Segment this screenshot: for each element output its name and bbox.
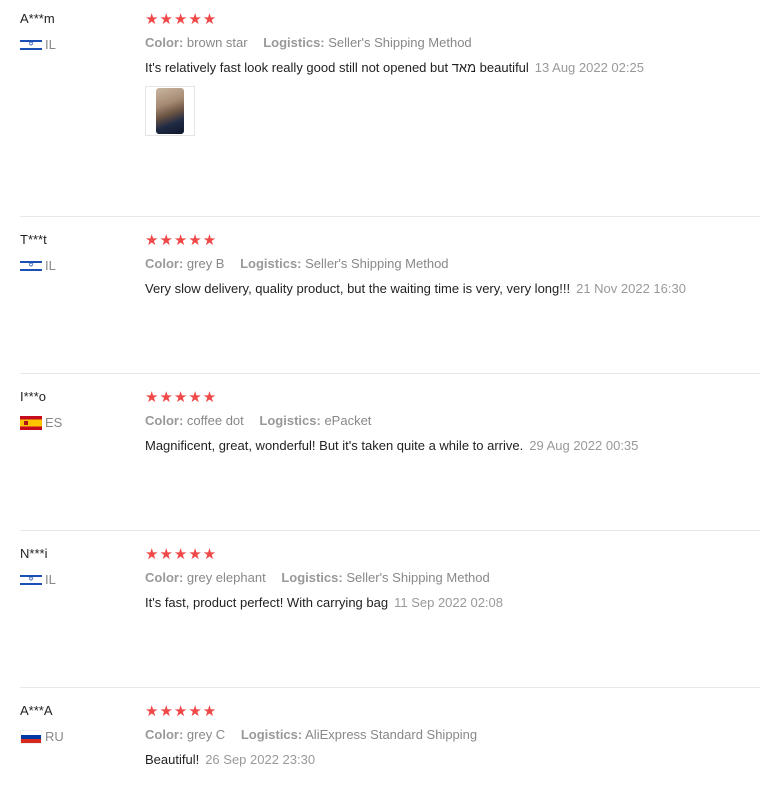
review-text: Very slow delivery, quality product, but… — [145, 281, 760, 297]
review-content: It's relatively fast look really good st… — [145, 60, 529, 75]
israel-flag-icon: ✡ — [20, 572, 42, 587]
reviewer-country: RU — [20, 729, 64, 744]
color-label: Color: — [145, 570, 184, 585]
reviewer-country: ✡ IL — [20, 572, 56, 587]
review-divider — [20, 687, 760, 688]
russia-flag-icon — [20, 729, 42, 744]
review-photo[interactable] — [156, 88, 184, 134]
rating-stars: ★★★★★ — [145, 546, 218, 563]
color-label: Color: — [145, 413, 184, 428]
logistics-label: Logistics: — [281, 570, 343, 585]
review-content: It's fast, product perfect! With carryin… — [145, 595, 389, 610]
country-code: IL — [45, 258, 56, 273]
review-date: 26 Sep 2022 23:30 — [205, 752, 316, 767]
rating-stars: ★★★★★ — [145, 703, 218, 720]
country-code: RU — [45, 729, 64, 744]
review-meta: Color: grey elephant Logistics: Seller's… — [145, 570, 760, 586]
reviewer-country: ✡ IL — [20, 37, 56, 52]
review-body: ★★★★★ Color: coffee dot Logistics: ePack… — [145, 389, 760, 454]
reviewer-name: N***i — [20, 546, 48, 561]
logistics-value: ePacket — [324, 413, 372, 428]
color-value: grey B — [186, 256, 225, 271]
review-text: Magnificent, great, wonderful! But it's … — [145, 438, 760, 454]
israel-flag-icon: ✡ — [20, 258, 42, 273]
review-photo-thumbnail[interactable] — [145, 86, 195, 136]
color-label: Color: — [145, 727, 184, 742]
logistics-value: Seller's Shipping Method — [346, 570, 490, 585]
review-content: Very slow delivery, quality product, but… — [145, 281, 571, 296]
color-label: Color: — [145, 256, 184, 271]
rating-stars: ★★★★★ — [145, 232, 218, 249]
country-code: ES — [45, 415, 63, 430]
israel-flag-icon: ✡ — [20, 37, 42, 52]
review-text: Beautiful! 26 Sep 2022 23:30 — [145, 752, 760, 768]
logistics-label: Logistics: — [259, 413, 321, 428]
color-value: brown star — [186, 35, 248, 50]
review-divider — [20, 216, 760, 217]
review-content: Beautiful! — [145, 752, 200, 767]
reviewer-name: A***A — [20, 703, 53, 718]
reviewer-name: I***o — [20, 389, 47, 404]
logistics-value: AliExpress Standard Shipping — [305, 727, 478, 742]
color-value: grey C — [186, 727, 226, 742]
reviewer-name: T***t — [20, 232, 47, 247]
country-code: IL — [45, 572, 56, 587]
review-text: It's relatively fast look really good st… — [145, 60, 760, 76]
country-code: IL — [45, 37, 56, 52]
review-body: ★★★★★ Color: grey elephant Logistics: Se… — [145, 546, 760, 611]
reviewer-name: A***m — [20, 11, 55, 26]
color-value: grey elephant — [186, 570, 266, 585]
reviewer-country: ES — [20, 415, 62, 430]
color-value: coffee dot — [186, 413, 244, 428]
review-content: Magnificent, great, wonderful! But it's … — [145, 438, 524, 453]
review-text: It's fast, product perfect! With carryin… — [145, 595, 760, 611]
review-meta: Color: coffee dot Logistics: ePacket — [145, 413, 760, 429]
review-body: ★★★★★ Color: brown star Logistics: Selle… — [145, 11, 760, 136]
spain-flag-icon — [20, 415, 42, 430]
reviewer-country: ✡ IL — [20, 258, 56, 273]
review-body: ★★★★★ Color: grey B Logistics: Seller's … — [145, 232, 760, 297]
review-date: 29 Aug 2022 00:35 — [529, 438, 639, 453]
review-body: ★★★★★ Color: grey C Logistics: AliExpres… — [145, 703, 760, 768]
logistics-label: Logistics: — [240, 256, 302, 271]
rating-stars: ★★★★★ — [145, 389, 218, 406]
color-label: Color: — [145, 35, 184, 50]
review-date: 11 Sep 2022 02:08 — [394, 595, 504, 610]
logistics-value: Seller's Shipping Method — [328, 35, 472, 50]
review-date: 13 Aug 2022 02:25 — [534, 60, 644, 75]
review-divider — [20, 530, 760, 531]
review-date: 21 Nov 2022 16:30 — [576, 281, 686, 296]
review-meta: Color: grey B Logistics: Seller's Shippi… — [145, 256, 760, 272]
logistics-label: Logistics: — [263, 35, 325, 50]
review-meta: Color: brown star Logistics: Seller's Sh… — [145, 35, 760, 51]
logistics-value: Seller's Shipping Method — [305, 256, 449, 271]
rating-stars: ★★★★★ — [145, 11, 218, 28]
review-divider — [20, 373, 760, 374]
review-meta: Color: grey C Logistics: AliExpress Stan… — [145, 727, 760, 743]
logistics-label: Logistics: — [240, 727, 303, 742]
